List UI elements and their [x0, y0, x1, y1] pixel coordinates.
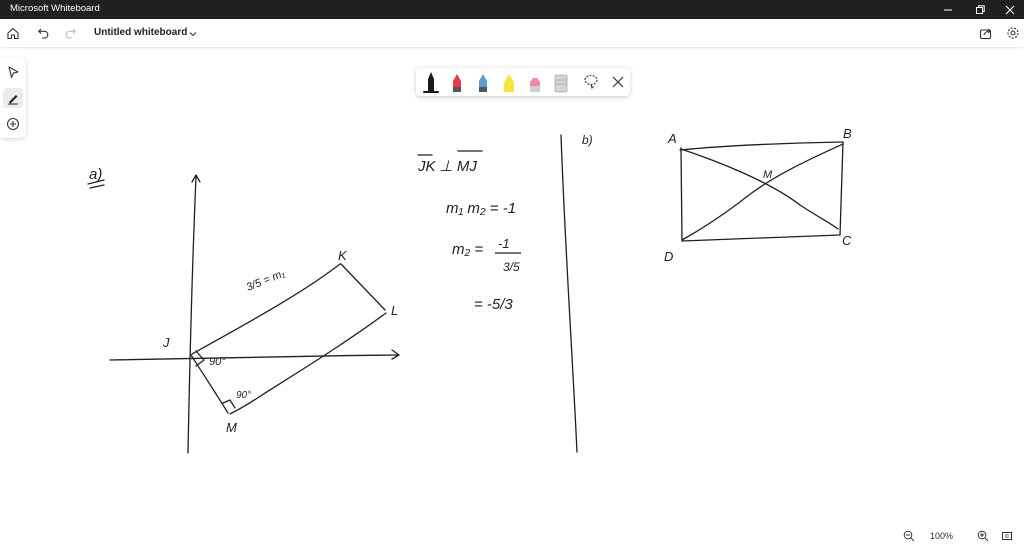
slope-label: 3/5 = m₁ — [245, 267, 288, 293]
angle-label-m: 90° — [236, 390, 251, 401]
top-toolbar: Untitled whiteboard — [0, 19, 1024, 47]
gear-icon — [1007, 27, 1019, 39]
rect-side-bc — [839, 141, 844, 236]
close-button[interactable] — [994, 0, 1024, 19]
segment-kl — [340, 263, 386, 311]
zoom-out-button[interactable] — [902, 529, 916, 543]
home-button[interactable] — [3, 23, 23, 43]
zoom-out-icon — [903, 530, 915, 542]
equation-line-3-lhs: m₂ = — [452, 241, 483, 258]
title-dropdown-button[interactable] — [183, 24, 203, 44]
home-icon — [7, 27, 19, 40]
fit-to-screen-button[interactable] — [1000, 529, 1014, 543]
rect-side-ab — [679, 141, 844, 151]
part-a-label: a) — [89, 166, 102, 183]
point-j-label: J — [162, 335, 170, 350]
rect-point-b-label: B — [843, 126, 852, 141]
whiteboard-canvas[interactable]: a) b) J K L M 90° 90° 3/5 = m₁ JK ⊥ MJ m… — [0, 47, 1024, 527]
equation-line-3-numerator: -1 — [498, 236, 510, 251]
part-b-label: b) — [582, 133, 593, 147]
restore-button[interactable] — [964, 0, 996, 19]
equation-line-3-denominator: 3/5 — [503, 260, 520, 274]
zoom-in-button[interactable] — [976, 529, 990, 543]
redo-icon — [65, 28, 76, 39]
minimize-button[interactable] — [932, 0, 964, 19]
zoom-in-icon — [977, 530, 989, 542]
equation-line-1: JK ⊥ MJ — [417, 158, 477, 175]
x-axis — [109, 354, 399, 361]
point-m-label: M — [226, 420, 237, 435]
share-icon — [979, 28, 992, 40]
share-button[interactable] — [976, 23, 996, 43]
undo-icon — [38, 28, 49, 39]
diagonal-ac — [680, 148, 839, 230]
chevron-down-icon — [189, 32, 197, 37]
divider-line — [560, 134, 578, 453]
undo-button[interactable] — [34, 23, 54, 43]
zoom-controls: 100% — [896, 528, 1024, 544]
angle-label-j: 90° — [209, 356, 226, 368]
equation-line-2: m₁ m₂ = -1 — [446, 200, 516, 217]
rect-point-a-label: A — [667, 131, 677, 146]
rect-side-da — [680, 147, 683, 242]
rect-point-d-label: D — [664, 249, 673, 264]
minimize-icon — [944, 9, 952, 10]
rect-midpoint-m-label: M — [763, 169, 773, 181]
rect-point-c-label: C — [842, 233, 852, 248]
point-k-label: K — [338, 248, 348, 263]
equation-line-4: = -5/3 — [474, 296, 513, 313]
restore-icon — [976, 4, 985, 14]
close-icon — [1005, 5, 1015, 14]
zoom-level[interactable]: 100% — [930, 531, 953, 541]
app-title: Microsoft Whiteboard — [10, 3, 100, 14]
document-title[interactable]: Untitled whiteboard — [94, 27, 187, 38]
segment-lm — [229, 312, 387, 415]
rect-side-cd — [681, 234, 841, 242]
fit-screen-icon — [1002, 532, 1012, 540]
title-bar: Microsoft Whiteboard — [0, 0, 1024, 19]
point-l-label: L — [391, 303, 398, 318]
settings-button[interactable] — [1003, 23, 1023, 43]
y-axis — [187, 176, 197, 454]
redo-button[interactable] — [60, 23, 80, 43]
